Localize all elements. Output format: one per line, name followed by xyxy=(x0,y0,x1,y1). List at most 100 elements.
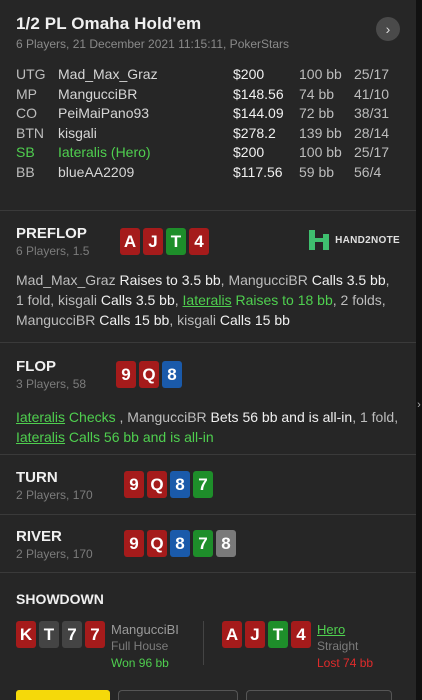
hero-player-link[interactable]: Iateralis xyxy=(16,409,65,425)
player-row: BTN kisgali $278.2 139 bb 28/14 xyxy=(16,124,400,144)
playing-card: 7 xyxy=(193,471,213,498)
player-row: SB Iateralis (Hero) $200 100 bb 25/17 xyxy=(16,143,400,163)
playing-card: 8 xyxy=(170,471,190,498)
action-player-text: kisgali xyxy=(177,312,220,328)
player-stack-bb: 100 bb xyxy=(299,144,342,160)
playing-card: T xyxy=(39,621,59,648)
street-name: FLOP xyxy=(16,358,56,375)
flop-board-cards: 9Q8 xyxy=(116,361,182,388)
player-stack: $148.56 xyxy=(233,85,284,102)
hand2note-logo-text: HAND2NOTE xyxy=(335,234,400,246)
showdown-title: SHOWDOWN xyxy=(16,591,104,607)
street-subtitle: 2 Players, 170 xyxy=(16,488,93,502)
action-player-text: , 2 folds, xyxy=(332,292,386,308)
action-player-text: Mad_Max_Graz xyxy=(16,272,120,288)
action-text: Bets 56 bb and is all-in xyxy=(210,409,353,425)
street-name: PREFLOP xyxy=(16,225,87,242)
hand-history-panel: 1/2 PL Omaha Hold'em 6 Players, 21 Decem… xyxy=(0,0,416,700)
action-player-text: kisgali xyxy=(58,292,101,308)
action-player-text: MangucciBR xyxy=(228,272,312,288)
playing-card: 9 xyxy=(116,361,136,388)
hero-showdown-cards: AJT4 xyxy=(222,621,311,672)
playing-card: 9 xyxy=(124,530,144,557)
bottom-action-bar xyxy=(0,690,416,700)
street-subtitle: 3 Players, 58 xyxy=(16,377,87,391)
action-text: Calls 3.5 bb xyxy=(100,292,175,308)
hero-hole-cards: AJT4 xyxy=(120,228,209,255)
hero-name-link[interactable]: Hero xyxy=(317,621,373,638)
player-name[interactable]: kisgali xyxy=(58,124,233,144)
action-text: Raises to 18 bb xyxy=(231,292,333,308)
player-stack: $117.56 xyxy=(233,163,283,180)
playing-card: 8 xyxy=(162,361,182,388)
flop-actions: Iateralis Checks , MangucciBR Bets 56 bb… xyxy=(16,407,400,447)
street-name: RIVER xyxy=(16,528,62,545)
primary-action-button[interactable] xyxy=(16,690,110,700)
secondary-action-button[interactable] xyxy=(118,690,238,700)
action-text: Calls 15 bb xyxy=(99,312,170,328)
playing-card: 4 xyxy=(189,228,209,255)
hero-hand-rank: Straight xyxy=(317,639,359,653)
tertiary-action-button[interactable] xyxy=(246,690,392,700)
action-player-text: , xyxy=(115,409,128,425)
villain-showdown: KT77 MangucciBI Full House Won 96 bb xyxy=(16,621,189,672)
player-row: UTG Mad_Max_Graz $200 100 bb 25/17 xyxy=(16,65,400,85)
playing-card: 4 xyxy=(291,621,311,648)
hero-result: Lost 74 bb xyxy=(317,656,374,670)
player-stack: $200 xyxy=(233,144,265,160)
player-name[interactable]: PeiMaiPano93 xyxy=(58,104,233,124)
player-stack-bb: 74 bb xyxy=(299,85,335,102)
player-row: CO PeiMaiPano93 $144.09 72 bb 38/31 xyxy=(16,104,400,124)
hero-player-link[interactable]: Iateralis xyxy=(183,292,232,308)
villain-name[interactable]: MangucciBI xyxy=(111,621,189,638)
action-text: Calls 3.5 bb xyxy=(311,272,386,288)
chevron-right-icon[interactable]: › xyxy=(376,17,400,41)
player-stats: 28/14 xyxy=(354,124,390,141)
player-stack-bb: 139 bb xyxy=(299,124,342,141)
action-player-text: MangucciBR xyxy=(127,409,211,425)
action-player-text: MangucciBR xyxy=(16,312,100,328)
villain-hand-rank: Full House xyxy=(111,639,169,653)
playing-card: K xyxy=(16,621,36,648)
player-stats: 41/10 xyxy=(354,85,390,102)
playing-card: T xyxy=(268,621,288,648)
playing-card: J xyxy=(143,228,163,255)
player-position: UTG xyxy=(16,66,46,82)
hand-title: 1/2 PL Omaha Hold'em xyxy=(16,14,202,33)
player-stats: 56/4 xyxy=(354,163,382,180)
preflop-section: PREFLOP 6 Players, 1.5 AJT4 HAND2NOTE Ma… xyxy=(0,211,416,343)
river-section: RIVER 2 Players, 170 9Q878 xyxy=(0,515,416,573)
player-name[interactable]: Iateralis (Hero) xyxy=(58,143,233,163)
chevron-right-icon[interactable]: › xyxy=(416,398,422,412)
playing-card: 8 xyxy=(170,530,190,557)
street-subtitle: 6 Players, 1.5 xyxy=(16,244,90,258)
playing-card: Q xyxy=(147,471,167,498)
player-position: BB xyxy=(16,163,35,180)
player-stack: $144.09 xyxy=(233,105,284,121)
hand2note-logo: HAND2NOTE xyxy=(309,230,400,250)
playing-card: A xyxy=(222,621,242,648)
playing-card: 7 xyxy=(85,621,105,648)
player-stack: $200 xyxy=(233,66,265,82)
player-stack-bb: 59 bb xyxy=(299,163,335,180)
player-stack-bb: 100 bb xyxy=(299,66,342,82)
hand2note-logo-icon xyxy=(309,230,330,250)
player-name[interactable]: Mad_Max_Graz xyxy=(58,65,233,85)
hero-player-link[interactable]: Iateralis xyxy=(16,429,65,445)
showdown-divider xyxy=(203,621,204,665)
player-row: MP MangucciBR $148.56 74 bb 41/10 xyxy=(16,85,400,105)
playing-card: Q xyxy=(139,361,159,388)
playing-card: 7 xyxy=(193,530,213,557)
action-text: Raises to 3.5 bb xyxy=(119,272,221,288)
player-position: CO xyxy=(16,105,37,121)
river-board-cards: 9Q878 xyxy=(124,530,236,557)
player-stats: 38/31 xyxy=(354,105,390,121)
playing-card: 9 xyxy=(124,471,144,498)
playing-card: 7 xyxy=(62,621,82,648)
player-position: SB xyxy=(16,144,35,160)
scroll-edge[interactable]: › xyxy=(416,0,422,700)
villain-hole-cards: KT77 xyxy=(16,621,105,672)
player-name[interactable]: MangucciBR xyxy=(58,85,233,105)
showdown-section: SHOWDOWN KT77 MangucciBI Full House Won … xyxy=(0,573,416,700)
player-name[interactable]: blueAA2209 xyxy=(58,163,233,183)
